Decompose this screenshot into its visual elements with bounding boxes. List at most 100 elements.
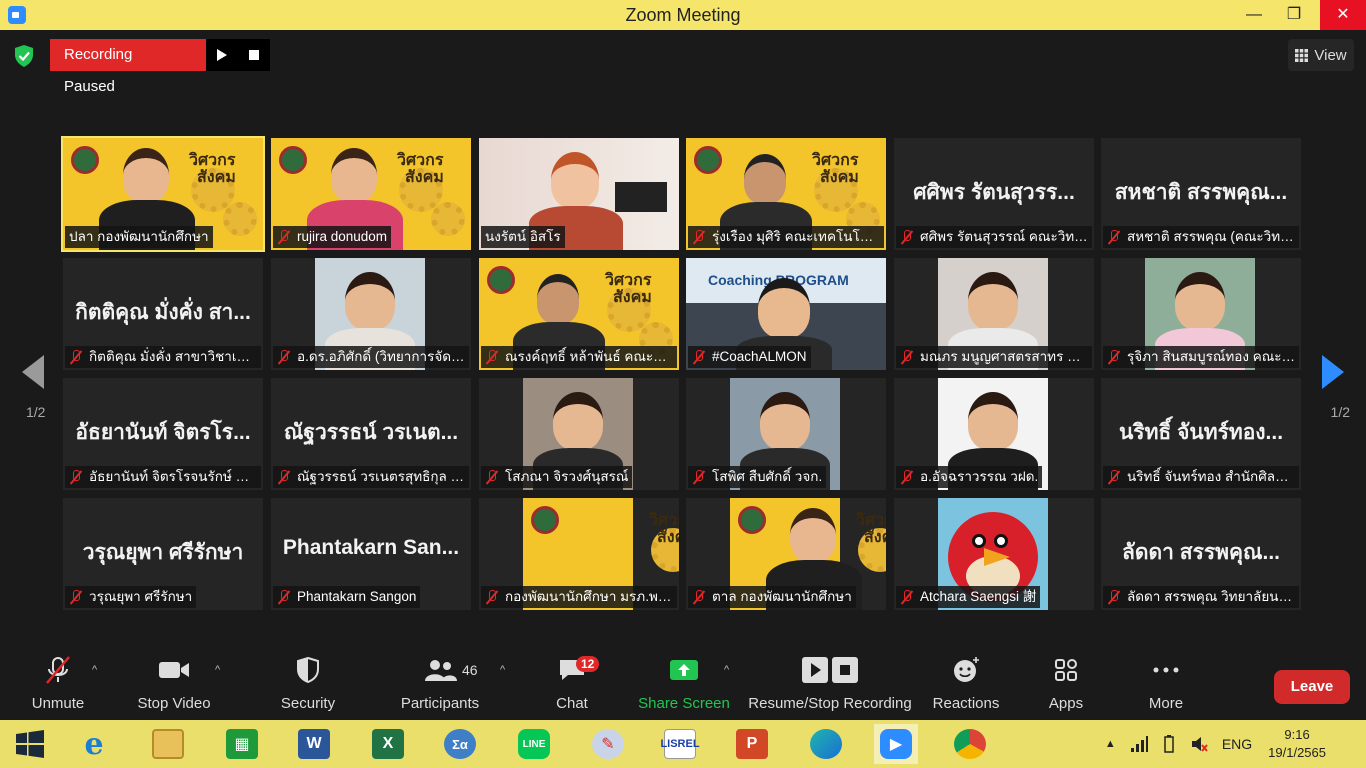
resume-recording-button[interactable]	[206, 39, 238, 71]
participant-display-name: ณัฐวรรธน์ วรเนต...	[283, 421, 459, 444]
reactions-button[interactable]: Reactions	[930, 650, 1002, 720]
muted-mic-icon	[692, 590, 706, 604]
close-button[interactable]: ✕	[1320, 0, 1366, 30]
participants-button[interactable]: 46 Participants	[396, 650, 484, 720]
participant-tile[interactable]: วิศวกรสังคมกองพัฒนานักศึกษา มรภ.พระนคร	[479, 498, 679, 610]
security-shield-icon	[297, 657, 319, 683]
lisrel-icon[interactable]: LISREL	[658, 724, 702, 764]
participant-tile[interactable]: ลัดดา สรรพคุณ... ลัดดา สรรพคุณ วิทยาลัยนว…	[1101, 498, 1301, 610]
unmute-label: Unmute	[31, 695, 85, 712]
battery-icon[interactable]	[1160, 735, 1178, 753]
language-indicator[interactable]: ENG	[1222, 736, 1252, 752]
network-signal-icon[interactable]	[1130, 736, 1148, 752]
minimize-button[interactable]: —	[1234, 0, 1274, 30]
math-input-icon[interactable]: Σα	[438, 724, 482, 764]
show-hidden-icons-icon[interactable]: ▲	[1105, 738, 1116, 750]
leave-button[interactable]: Leave	[1274, 670, 1350, 704]
apps-label: Apps	[1048, 695, 1084, 712]
stop-recording-button[interactable]	[238, 39, 270, 71]
muted-mic-icon	[69, 350, 83, 364]
next-page-arrow-icon[interactable]	[1322, 355, 1344, 389]
file-explorer-icon[interactable]	[146, 724, 190, 764]
video-options-caret-icon[interactable]: ^	[215, 664, 220, 676]
participant-tile[interactable]: ณัฐวรรธน์ วรเนต... ณัฐวรรธน์ วรเนตรสุทธิก…	[271, 378, 471, 490]
apps-button[interactable]: Apps	[1036, 650, 1096, 720]
chat-button[interactable]: 12 Chat	[546, 650, 600, 720]
paint-icon[interactable]: ✎	[586, 724, 630, 764]
share-options-caret-icon[interactable]: ^	[724, 664, 729, 676]
line-app-icon[interactable]: LINE	[512, 724, 556, 764]
excel-icon[interactable]: X	[366, 724, 410, 764]
participant-tile[interactable]: อัธยานันท์ จิตรโร... อัธยานันท์ จิตรโรจนร…	[63, 378, 263, 490]
participant-tile[interactable]: อ.อัจฉราวรรณ วฝด.	[894, 378, 1094, 490]
stop-video-label: Stop Video	[137, 695, 211, 712]
participant-tile[interactable]: วิศวกร สังคม rujira donudom	[271, 138, 471, 250]
participant-name-label: มณภร มนูญศาสตรสาทร คณะวิทย...	[896, 346, 1092, 368]
participant-tile[interactable]: สหชาติ สรรพคุณ... สหชาติ สรรพคุณ (คณะวิทย…	[1101, 138, 1301, 250]
internet-explorer-icon[interactable]: e	[72, 724, 116, 764]
microsoft-store-icon[interactable]: ▦	[220, 724, 264, 764]
speaker-muted-icon[interactable]	[1190, 735, 1208, 753]
resume-stop-recording-button[interactable]: Resume/Stop Recording	[748, 650, 912, 720]
participant-display-name: ลัดดา สรรพคุณ...	[1121, 541, 1281, 564]
recording-paused-label: Recording Paused	[50, 39, 206, 95]
muted-mic-icon	[1107, 350, 1121, 364]
participant-name: อ.ดร.อภิศักดิ์ (วิทยาการจัดการ)	[297, 349, 465, 364]
participant-tile[interactable]: วิศวกรสังคมตาล กองพัฒนานักศึกษา	[686, 498, 886, 610]
participant-name-label: ตาล กองพัฒนานักศึกษา	[688, 586, 856, 608]
encryption-shield-icon[interactable]	[14, 45, 34, 67]
participant-tile[interactable]: นงรัตน์ อิสโร	[479, 138, 679, 250]
muted-mic-icon	[900, 350, 914, 364]
meeting-toolbar: Unmute ^ Stop Video ^ Security 46 Partic…	[0, 650, 1366, 720]
share-screen-button[interactable]: Share Screen	[634, 650, 734, 720]
chrome-icon[interactable]	[948, 724, 992, 764]
participant-tile[interactable]: มณภร มนูญศาสตรสาทร คณะวิทย...	[894, 258, 1094, 370]
word-icon[interactable]: W	[292, 724, 336, 764]
participant-tile[interactable]: Coaching PROGRAM #CoachALMON	[686, 258, 886, 370]
participant-name-label: ศศิพร รัตนสุวรรณ์ คณะวิทยาศ...	[896, 226, 1092, 248]
participant-tile[interactable]: นริทธิ์ จันทร์ทอง... นริทธิ์ จันทร์ทอง สำ…	[1101, 378, 1301, 490]
recording-status: Recording Paused	[50, 39, 270, 95]
muted-mic-icon	[69, 470, 83, 484]
participant-name-label: อ.อัจฉราวรรณ วฝด.	[896, 466, 1043, 488]
audio-options-caret-icon[interactable]: ^	[92, 664, 97, 676]
muted-mic-icon	[46, 656, 70, 684]
participant-name: ลัดดา สรรพคุณ วิทยาลัยนวัต...	[1127, 589, 1295, 604]
participant-tile[interactable]: วิศวกร สังคม ปลา กองพัฒนานักศึกษา	[61, 136, 265, 252]
participants-options-caret-icon[interactable]: ^	[500, 664, 505, 676]
participant-tile[interactable]: วิศวกร สังคม รุ่งเรือง มุศิริ คณะเทคโนโลยี…	[686, 138, 886, 250]
participant-name-label: กองพัฒนานักศึกษา มรภ.พระนคร	[481, 586, 677, 608]
unmute-button[interactable]: Unmute	[22, 650, 94, 720]
clock-time: 9:16	[1284, 727, 1310, 742]
windows-logo-icon	[16, 730, 44, 758]
previous-page-arrow-icon[interactable]	[22, 355, 44, 389]
participant-tile[interactable]: ศศิพร รัตนสุวรร... ศศิพร รัตนสุวรรณ์ คณะว…	[894, 138, 1094, 250]
powerpoint-icon[interactable]: P	[730, 724, 774, 764]
more-button[interactable]: More	[1136, 650, 1196, 720]
participant-name: โสพิศ สืบศักดิ์ วจก.	[712, 469, 823, 484]
participant-tile[interactable]: วรุณยุพา ศรีรักษา วรุณยุพา ศรีรักษา	[63, 498, 263, 610]
participant-tile[interactable]: Phantakarn San... Phantakarn Sangon	[271, 498, 471, 610]
maximize-button[interactable]: ❐	[1274, 0, 1314, 30]
title-bar: Zoom Meeting — ❐ ✕	[0, 0, 1366, 30]
zoom-taskbar-icon[interactable]: ▶	[874, 724, 918, 764]
participant-name: ณัฐวรรธน์ วรเนตรสุทธิกุล มนุษย...	[297, 469, 465, 484]
participant-tile[interactable]: Atchara Saengsi 謝	[894, 498, 1094, 610]
start-button[interactable]	[8, 724, 52, 764]
security-button[interactable]: Security	[272, 650, 344, 720]
participant-name-label: #CoachALMON	[688, 346, 811, 368]
participant-display-name: อัธยานันท์ จิตรโร...	[75, 421, 251, 444]
participant-tile[interactable]: โสพิศ สืบศักดิ์ วจก.	[686, 378, 886, 490]
participant-name-label: นริทธิ์ จันทร์ทอง สำนักศิลปะ...	[1103, 466, 1299, 488]
view-button[interactable]: View	[1288, 39, 1354, 71]
muted-mic-icon	[1107, 470, 1121, 484]
stop-video-button[interactable]: Stop Video	[134, 650, 214, 720]
edge-icon[interactable]	[804, 724, 848, 764]
participant-tile[interactable]: อ.ดร.อภิศักดิ์ (วิทยาการจัดการ)	[271, 258, 471, 370]
participant-tile[interactable]: วิศวกร สังคม ณรงค์ฤทธิ์ หล้าพันธ์ คณะวิทย.…	[479, 258, 679, 370]
clock[interactable]: 9:16 19/1/2565	[1268, 726, 1326, 762]
participant-tile[interactable]: รุจิภา สินสมบูรณ์ทอง คณะวิทย...	[1101, 258, 1301, 370]
reactions-label: Reactions	[932, 695, 1000, 712]
participant-tile[interactable]: โสภณา จิรวงศ์นุสรณ์	[479, 378, 679, 490]
participant-tile[interactable]: กิตติคุณ มั่งคั่ง สา... กิตติคุณ มั่งคั่ง…	[63, 258, 263, 370]
